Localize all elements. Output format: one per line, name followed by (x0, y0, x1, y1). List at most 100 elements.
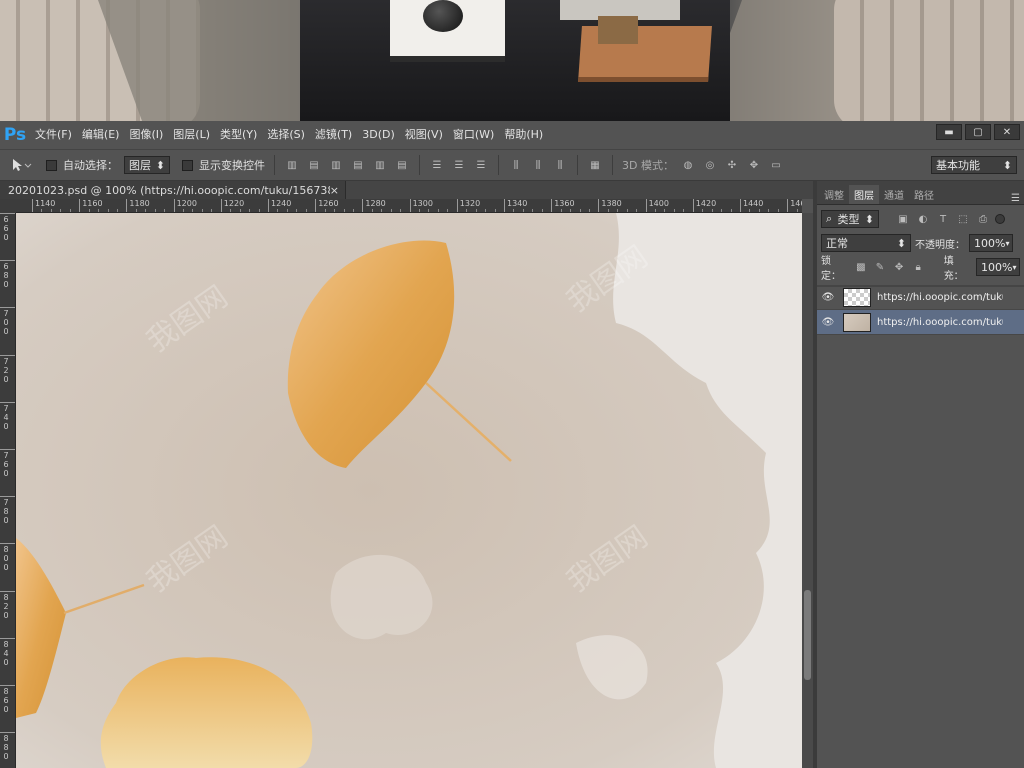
tab-adjustments[interactable]: 调整 (819, 185, 849, 204)
ruler-tick (0, 449, 15, 450)
show-transform-checkbox[interactable] (182, 159, 193, 171)
tab-layers[interactable]: 图层 (849, 185, 879, 204)
close-button[interactable]: ✕ (994, 124, 1020, 140)
auto-select-target-dropdown[interactable]: 图层 ⬍ (124, 156, 170, 174)
ruler-minor-tick (296, 209, 298, 212)
divider (577, 155, 578, 175)
opacity-label: 不透明度： (915, 239, 965, 251)
ruler-tick-label: 680 (3, 262, 9, 290)
filter-adjustment-icon[interactable]: ◐ (915, 212, 931, 226)
ruler-minor-tick (730, 209, 732, 212)
ruler-minor-tick (428, 209, 430, 212)
fill-field[interactable]: 100% ▾ (976, 258, 1020, 276)
ruler-minor-tick (192, 209, 194, 212)
panel-menu-icon[interactable]: ☰ (1011, 193, 1020, 204)
ruler-minor-tick (466, 209, 468, 212)
ruler-tick-label: 700 (3, 309, 9, 337)
menu-image[interactable]: 图像(I) (124, 121, 168, 149)
3d-orbit-icon[interactable]: ◍ (680, 158, 696, 172)
filter-type-icon[interactable]: T (935, 212, 951, 226)
ruler-minor-tick (579, 209, 581, 212)
horizontal-ruler[interactable]: 1140 1160 1180 1200 1220 1240 1260 1280 1300 1320… (16, 199, 802, 213)
3d-drag-icon[interactable]: ✣ (724, 158, 740, 172)
menu-select[interactable]: 选择(S) (262, 121, 310, 149)
dropdown-arrows-icon: ⬍ (864, 212, 874, 226)
minimize-button[interactable]: ▬ (936, 124, 962, 140)
distribute-hcenter-icon[interactable]: ⫼ (530, 158, 546, 172)
ruler-minor-tick (711, 209, 713, 212)
menu-type[interactable]: 类型(Y) (215, 121, 262, 149)
auto-select-checkbox[interactable] (46, 159, 57, 171)
vertical-ruler[interactable]: 660 680 700 720 740 760 780 800 820 840 860 880 (0, 213, 16, 768)
maximize-button[interactable]: ▢ (965, 124, 991, 140)
menu-3d[interactable]: 3D(D) (357, 121, 400, 149)
ruler-minor-tick (249, 209, 251, 212)
photoshop-window: Ps 文件(F) 编辑(E) 图像(I) 图层(L) 类型(Y) 选择(S) 滤… (0, 121, 1024, 768)
distribute-top-icon[interactable]: ☰ (429, 158, 445, 172)
ruler-minor-tick (702, 209, 704, 212)
filter-shape-icon[interactable]: ⬚ (955, 212, 971, 226)
visibility-eye-icon[interactable]: 👁︎ (817, 292, 839, 303)
align-left-icon[interactable]: ▤ (350, 158, 366, 172)
layer-row[interactable]: 👁︎ https://hi.ooopic.com/tuku/... (817, 285, 1024, 310)
scrollbar-thumb[interactable] (804, 590, 811, 680)
workspace-dropdown[interactable]: 基本功能 ⬍ (931, 156, 1017, 174)
3d-scale-icon[interactable]: ▭ (768, 158, 784, 172)
lock-paint-icon[interactable]: ✎ (872, 260, 887, 274)
divider (274, 155, 275, 175)
ruler-tick-label: 780 (3, 498, 9, 526)
align-top-icon[interactable]: ▥ (284, 158, 300, 172)
opacity-field[interactable]: 100% ▾ (969, 234, 1013, 252)
align-right-icon[interactable]: ▤ (394, 158, 410, 172)
layers-panel: 调整 图层 通道 路径 ☰ ⌕ 类型 ⬍ ▣ ◐ T ⬚ ⎙ 正常 ⬍ 不透明度… (817, 181, 1024, 768)
menu-bar: Ps 文件(F) 编辑(E) 图像(I) 图层(L) 类型(Y) 选择(S) 滤… (0, 121, 1024, 149)
tab-channels[interactable]: 通道 (879, 185, 909, 204)
ruler-tick-label: 1200 (173, 199, 197, 212)
ruler-minor-tick (50, 209, 52, 212)
menu-file[interactable]: 文件(F) (30, 121, 77, 149)
blend-mode-dropdown[interactable]: 正常 ⬍ (821, 234, 911, 252)
filter-toggle[interactable] (995, 214, 1005, 224)
ps-logo: Ps (3, 125, 27, 145)
document-canvas[interactable]: 我图网 我图网 我图网 我图网 (16, 213, 802, 768)
distribute-bottom-icon[interactable]: ☰ (473, 158, 489, 172)
menu-window[interactable]: 窗口(W) (448, 121, 499, 149)
align-hcenter-icon[interactable]: ▥ (372, 158, 388, 172)
menu-view[interactable]: 视图(V) (400, 121, 448, 149)
lock-transparent-icon[interactable]: ▩ (853, 260, 868, 274)
ruler-minor-tick (570, 209, 572, 212)
ruler-minor-tick (636, 209, 638, 212)
align-vcenter-icon[interactable]: ▤ (306, 158, 322, 172)
document-tab[interactable]: 20201023.psd @ 100% (https://hi.ooopic.c… (0, 181, 346, 199)
ruler-minor-tick (768, 209, 770, 212)
filter-smart-object-icon[interactable]: ⎙ (975, 212, 991, 226)
lock-all-icon[interactable]: 🔒︎ (911, 260, 926, 274)
ruler-tick-label: 1360 (551, 199, 575, 212)
auto-align-icon[interactable]: ▦ (587, 158, 603, 172)
tab-paths[interactable]: 路径 (909, 185, 939, 204)
menu-edit[interactable]: 编辑(E) (77, 121, 125, 149)
3d-slide-icon[interactable]: ✥ (746, 158, 762, 172)
visibility-eye-icon[interactable]: 👁︎ (817, 317, 839, 328)
filter-pixel-icon[interactable]: ▣ (895, 212, 911, 226)
move-tool-preset[interactable] (10, 158, 40, 172)
3d-mode-label: 3D 模式： (622, 159, 674, 172)
menu-layer[interactable]: 图层(L) (168, 121, 215, 149)
close-tab-icon[interactable]: × (330, 184, 339, 197)
filter-kind-value: 类型 (837, 213, 860, 226)
lock-position-icon[interactable]: ✥ (892, 260, 907, 274)
distribute-left-icon[interactable]: ⫼ (508, 158, 524, 172)
dropdown-arrows-icon: ⬍ (896, 236, 906, 250)
vertical-scrollbar[interactable] (802, 213, 813, 768)
distribute-right-icon[interactable]: ⫼ (552, 158, 568, 172)
menu-filter[interactable]: 滤镜(T) (310, 121, 357, 149)
filter-kind-dropdown[interactable]: ⌕ 类型 ⬍ (821, 210, 879, 228)
ruler-tick (0, 732, 15, 734)
align-bottom-icon[interactable]: ▥ (328, 158, 344, 172)
3d-roll-icon[interactable]: ◎ (702, 158, 718, 172)
ruler-minor-tick (588, 209, 590, 212)
layer-row[interactable]: 👁︎ https://hi.ooopic.com/tuku/... (817, 310, 1024, 335)
menu-help[interactable]: 帮助(H) (499, 121, 548, 149)
chevron-down-icon: ▾ (1012, 262, 1017, 272)
distribute-vcenter-icon[interactable]: ☰ (451, 158, 467, 172)
